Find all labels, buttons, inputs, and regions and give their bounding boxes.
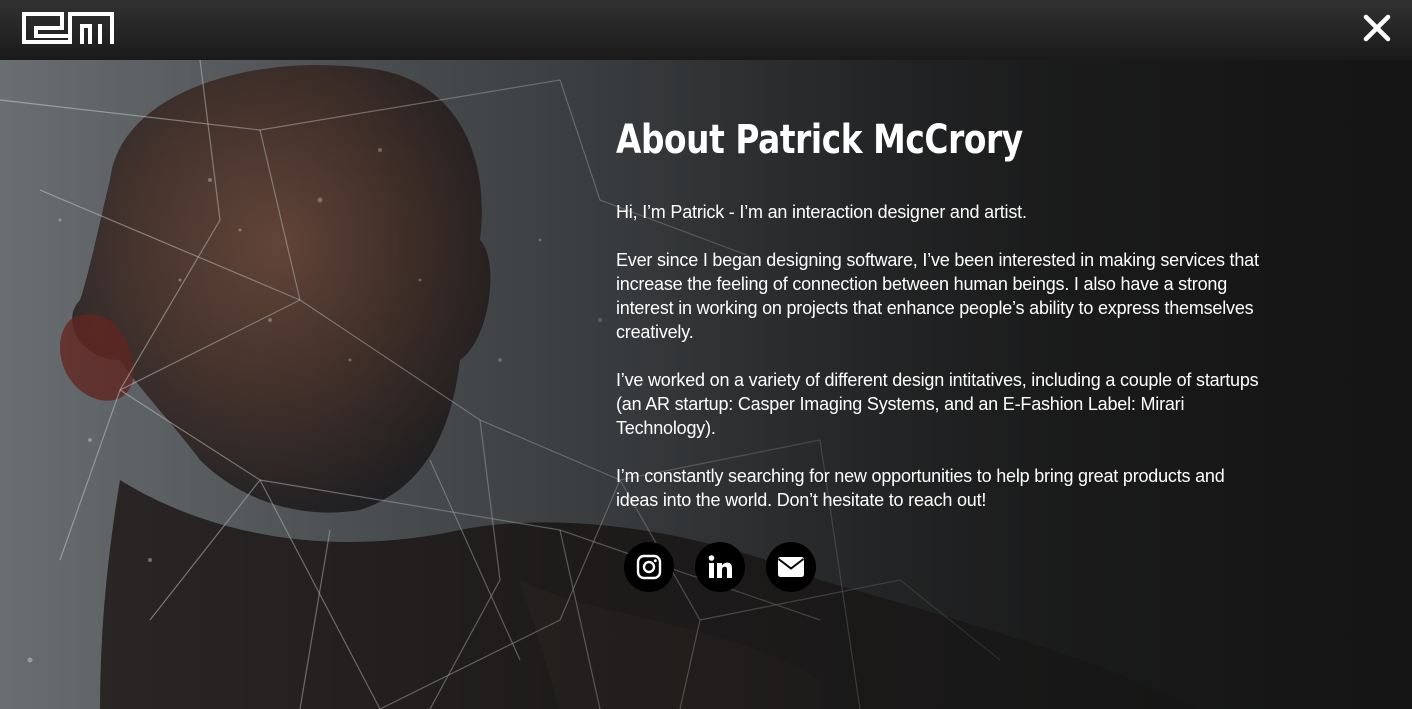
pm-logo[interactable] bbox=[22, 12, 114, 44]
linkedin-button[interactable] bbox=[695, 542, 745, 592]
about-page: About Patrick McCrory Hi, I’m Patrick - … bbox=[0, 0, 1412, 709]
social-links bbox=[616, 542, 1266, 592]
linkedin-icon bbox=[708, 555, 732, 578]
close-icon[interactable] bbox=[1362, 13, 1392, 43]
email-button[interactable] bbox=[766, 542, 816, 592]
instagram-icon bbox=[636, 554, 662, 580]
instagram-button[interactable] bbox=[624, 542, 674, 592]
about-paragraph-interest: Ever since I began designing software, I… bbox=[616, 250, 1259, 342]
about-paragraph-experience: I’ve worked on a variety of different de… bbox=[616, 370, 1259, 438]
about-paragraph-intro: Hi, I’m Patrick - I’m an interaction des… bbox=[616, 202, 1027, 222]
email-icon bbox=[777, 557, 805, 577]
about-paragraph-contact: I’m constantly searching for new opportu… bbox=[616, 466, 1225, 510]
about-content: About Patrick McCrory Hi, I’m Patrick - … bbox=[616, 112, 1266, 592]
page-title: About Patrick McCrory bbox=[616, 117, 1023, 163]
top-bar bbox=[0, 0, 1412, 60]
